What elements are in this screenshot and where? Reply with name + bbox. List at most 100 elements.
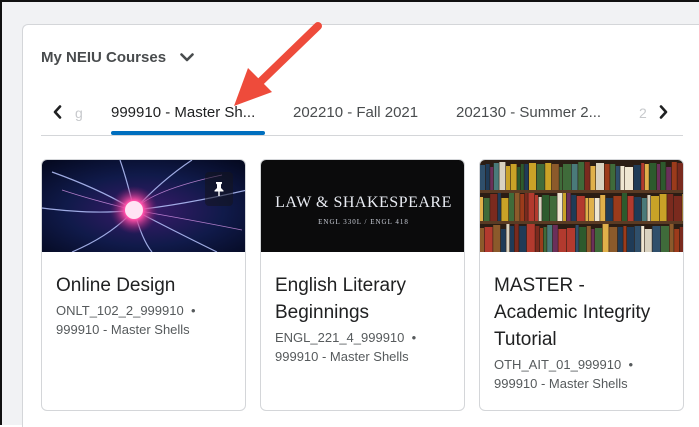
book-spine [526,224,535,252]
book-spine [661,226,669,252]
book-spine [480,197,483,221]
tab-scroll-left-button[interactable] [47,101,67,123]
book-spine [514,193,520,221]
pin-course-button[interactable] [205,172,233,206]
book-spine [520,164,524,190]
book-spine [584,162,590,190]
book-spine [644,164,649,190]
book-spine [484,227,493,252]
book-spine [540,228,543,252]
book-spine [480,228,484,252]
book-spine [483,198,490,221]
book-spine [506,224,510,252]
shelf-board [480,221,683,224]
book-spine [590,166,596,190]
course-meta: ONLT_102_2_999910 • 999910 - Master Shel… [56,301,231,339]
window-frame: My NEIU Courses g 999910 - Master Sh... … [0,0,699,427]
tab-scroll-right-button[interactable] [653,101,673,123]
course-card-body: MASTER - Academic Integrity Tutorial OTH… [480,252,683,393]
course-title-line-3: Tutorial [494,329,557,350]
book-spine [501,198,509,221]
book-spine [571,195,577,221]
book-spine [514,224,519,252]
course-card-online-design[interactable]: Online Design ONLT_102_2_999910 • 999910… [41,159,246,411]
book-spine [563,193,566,221]
book-spine [673,196,682,221]
book-spine [595,228,602,252]
course-title-line-1: English Literary [275,275,406,296]
book-spine [641,198,647,221]
book-spine [571,164,578,190]
active-tab-indicator [111,131,265,135]
book-spine [641,163,645,190]
chevron-down-icon[interactable] [180,53,194,62]
book-spine [576,196,585,221]
book-spine [625,167,633,190]
book-spine [669,224,674,252]
book-spine [649,163,657,190]
book-spine [528,193,535,221]
book-spine [490,194,498,221]
book-spine [652,226,661,252]
course-meta: ENGL_221_4_999910 • 999910 - Master Shel… [275,328,450,366]
book-spine [542,195,550,221]
tab-faded-text-left: g [75,105,83,121]
course-image-bookshelf [480,160,683,252]
book-spine [535,195,538,221]
book-spine [627,196,634,221]
book-spine [524,193,528,221]
book-spine [589,198,594,221]
banner-subtitle: ENGL 330L / ENGL 418 [318,218,409,226]
book-spine [499,162,506,190]
course-card-academic-integrity-tutorial[interactable]: MASTER - Academic Integrity Tutorial OTH… [479,159,684,411]
book-spine [613,196,622,221]
tab-202130-summer[interactable]: 202130 - Summer 2... [456,104,601,121]
book-spine [567,228,575,252]
book-spine [497,193,501,221]
book-spine [633,165,641,190]
book-spine [609,227,618,252]
widget-title: My NEIU Courses [41,49,167,66]
book-spine [659,194,667,221]
book-spine [578,162,585,190]
book-spine [557,193,563,221]
book-spine [596,163,604,190]
book-spine [602,224,609,252]
book-spine [610,164,616,190]
book-spine [543,227,547,252]
book-spine [547,225,553,252]
widget-header[interactable]: My NEIU Courses [41,49,194,66]
course-meta: OTH_AIT_01_999910 • 999910 - Master Shel… [494,355,669,393]
book-spine [529,163,536,190]
course-title: Online Design [56,275,176,296]
book-spine [600,195,606,221]
book-spine [677,163,683,190]
book-spine [551,164,559,190]
book-spine [667,194,674,221]
book-spine [615,166,620,190]
my-courses-widget: My NEIU Courses g 999910 - Master Sh... … [22,24,699,427]
meta-separator: • [628,357,633,372]
course-title-line-1: MASTER - [494,275,585,296]
book-spine [579,227,587,252]
book-spine [644,229,652,252]
book-spine [660,162,666,190]
book-spine [627,227,634,252]
book-spine [647,195,651,221]
course-card-english-literary-beginnings[interactable]: LAW & SHAKESPEARE ENGL 330L / ENGL 418 E… [260,159,465,411]
book-spine [666,167,672,190]
book-spine [605,198,613,221]
book-spine [510,226,514,252]
book-spine [552,225,558,252]
book-spine [545,163,552,190]
book-spine [674,229,680,252]
book-spine [490,167,494,190]
course-code: OTH_AIT_01_999910 [494,357,622,372]
book-spine [620,166,625,190]
annotation-arrow-icon [234,22,322,106]
course-semester: 999910 - Master Shells [494,376,628,391]
course-card-grid: Online Design ONLT_102_2_999910 • 999910… [41,159,684,411]
meta-separator: • [411,330,417,345]
book-spine [517,167,521,190]
book-spine [500,229,506,252]
